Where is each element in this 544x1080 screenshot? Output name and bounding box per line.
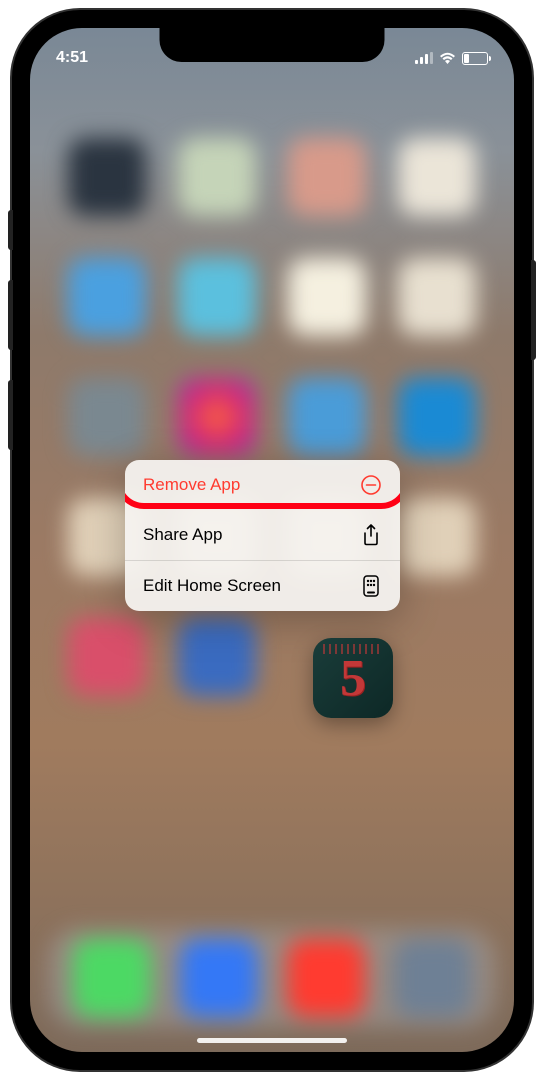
phone-device-frame: 4:51 [12,10,532,1070]
menu-item-remove-app[interactable]: Remove App [125,460,400,510]
minus-circle-icon [360,474,382,496]
menu-item-label: Remove App [143,475,240,495]
selected-app-icon[interactable]: 5 [313,638,393,718]
status-bar: 4:51 [30,28,514,76]
home-indicator[interactable] [197,1038,347,1043]
apps-grid-icon [360,575,382,597]
status-time: 4:51 [56,49,88,67]
menu-item-label: Share App [143,525,222,545]
home-screen-blurred [30,138,514,738]
share-icon [360,524,382,546]
menu-item-share-app[interactable]: Share App [125,510,400,561]
status-icons [415,52,488,65]
app-context-menu: Remove App Share App Edit Home Screen [125,460,400,611]
menu-item-label: Edit Home Screen [143,576,281,596]
cellular-signal-icon [415,52,433,64]
wifi-icon [439,52,456,65]
menu-item-edit-home-screen[interactable]: Edit Home Screen [125,561,400,611]
battery-icon [462,52,488,65]
app-icon-glyph: 5 [340,649,366,708]
phone-screen: 4:51 [30,28,514,1052]
dock-blurred [48,928,496,1028]
